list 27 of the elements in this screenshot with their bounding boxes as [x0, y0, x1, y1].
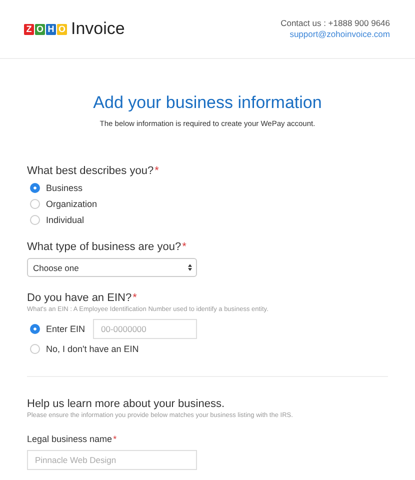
- business-type-dropdown[interactable]: Choose one: [27, 258, 197, 277]
- question-label: What best describes you?*: [27, 164, 160, 178]
- option-label: No, I don't have an EIN: [46, 344, 139, 354]
- contact-text: Contact us : +1888 900 9646: [280, 18, 390, 29]
- section-heading: Help us learn more about your business.: [27, 397, 226, 411]
- email-link[interactable]: support@zohoinvoice.com: [290, 29, 390, 40]
- question-label: Do you have an EIN?*: [27, 291, 138, 305]
- radio-button[interactable]: [30, 344, 40, 354]
- question-label: What type of business are you?*: [27, 240, 188, 254]
- logo-tile: H: [46, 24, 56, 34]
- updown-caret-icon: [188, 264, 192, 271]
- logo-tile: O: [35, 24, 45, 34]
- page-title: Add your business information: [92, 92, 323, 114]
- question-label: Legal business name*: [27, 433, 118, 446]
- ein-field[interactable]: 00-0000000: [93, 319, 198, 339]
- business-name-field[interactable]: Pinnacle Web Design: [27, 450, 197, 470]
- product-name: Invoice: [71, 19, 125, 39]
- logo-tile: O: [57, 24, 67, 34]
- option-label: Organization: [46, 199, 98, 209]
- option-label: Individual: [46, 215, 84, 225]
- radio-button[interactable]: [30, 215, 40, 225]
- radio-button[interactable]: [30, 324, 40, 334]
- radio-button[interactable]: [30, 199, 40, 209]
- radio-button[interactable]: [30, 183, 40, 193]
- option-label: Enter EIN: [46, 324, 86, 334]
- logo-tile: Z: [24, 24, 34, 34]
- option-label: Business: [46, 183, 83, 193]
